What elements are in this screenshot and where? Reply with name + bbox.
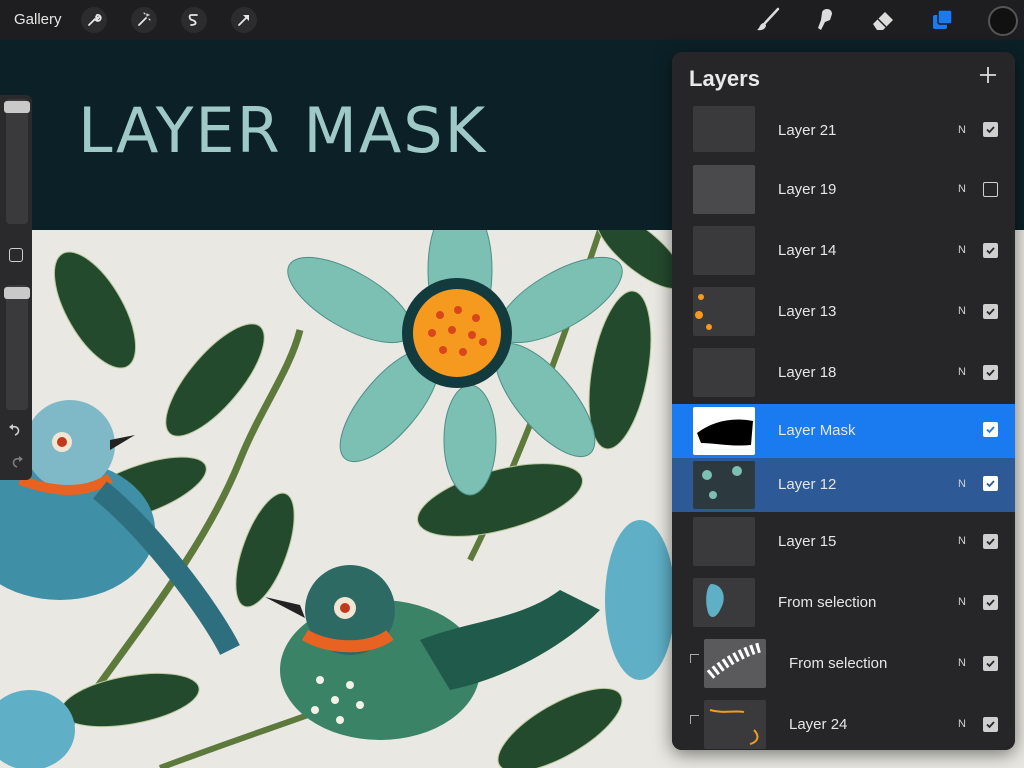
layer-thumbnail bbox=[693, 106, 755, 152]
layer-thumbnail bbox=[693, 348, 755, 397]
layer-name[interactable]: From selection bbox=[778, 594, 876, 611]
layer-row[interactable]: From selection N bbox=[672, 573, 1015, 635]
blend-mode-button[interactable]: N bbox=[958, 305, 966, 317]
layer-thumbnail bbox=[704, 700, 766, 749]
opacity-thumb[interactable] bbox=[4, 287, 30, 299]
wrench-icon[interactable] bbox=[81, 7, 107, 33]
clipping-mask-icon bbox=[690, 654, 699, 663]
blend-mode-button[interactable]: N bbox=[958, 124, 966, 136]
layer-row[interactable]: Layer 18 N bbox=[672, 343, 1015, 405]
blend-mode-button[interactable]: N bbox=[958, 244, 966, 256]
visibility-checkbox[interactable] bbox=[983, 422, 998, 437]
clipping-mask-icon bbox=[690, 715, 699, 724]
modify-square-icon[interactable] bbox=[9, 248, 23, 262]
layer-row[interactable]: Layer 15 N bbox=[672, 512, 1015, 574]
layer-name[interactable]: Layer 19 bbox=[778, 181, 836, 198]
blend-mode-button[interactable]: N bbox=[958, 535, 966, 547]
layer-name[interactable]: Layer Mask bbox=[778, 422, 856, 439]
layers-panel-title: Layers bbox=[689, 66, 760, 91]
blend-mode-button[interactable]: N bbox=[958, 657, 966, 669]
gallery-button[interactable]: Gallery bbox=[14, 11, 62, 28]
layer-row-clipped[interactable]: From selection N bbox=[672, 634, 1015, 696]
layer-thumbnail bbox=[693, 226, 755, 275]
visibility-checkbox[interactable] bbox=[983, 717, 998, 732]
layer-thumbnail bbox=[693, 287, 755, 336]
mask-thumbnail bbox=[693, 407, 755, 455]
layer-name[interactable]: From selection bbox=[789, 655, 887, 672]
brush-icon[interactable] bbox=[754, 6, 782, 34]
layer-thumbnail bbox=[704, 639, 766, 688]
layer-row[interactable]: Layer 21 N bbox=[672, 104, 1015, 161]
layer-name[interactable]: Layer 14 bbox=[778, 242, 836, 259]
magic-wand-icon[interactable] bbox=[131, 7, 157, 33]
visibility-checkbox[interactable] bbox=[983, 595, 998, 610]
blend-mode-button[interactable]: N bbox=[958, 366, 966, 378]
layer-name[interactable]: Layer 24 bbox=[789, 716, 847, 733]
blend-mode-button[interactable]: N bbox=[958, 596, 966, 608]
layer-row-active[interactable]: Layer Mask bbox=[672, 404, 1015, 459]
layer-thumbnail bbox=[693, 165, 755, 214]
layer-name[interactable]: Layer 15 bbox=[778, 533, 836, 550]
visibility-checkbox[interactable] bbox=[983, 476, 998, 491]
layer-row[interactable]: Layer 13 N bbox=[672, 282, 1015, 344]
visibility-checkbox[interactable] bbox=[983, 122, 998, 137]
color-picker-swatch[interactable] bbox=[988, 6, 1018, 36]
layer-thumbnail bbox=[693, 578, 755, 627]
undo-icon[interactable] bbox=[7, 423, 25, 439]
transform-arrow-icon[interactable] bbox=[231, 7, 257, 33]
layer-thumbnail bbox=[693, 461, 755, 509]
layer-name[interactable]: Layer 12 bbox=[778, 476, 836, 493]
redo-icon[interactable] bbox=[7, 455, 25, 471]
left-sidebar bbox=[0, 95, 32, 480]
brush-size-slider[interactable] bbox=[4, 99, 30, 224]
blend-mode-button[interactable]: N bbox=[958, 183, 966, 195]
blend-mode-button[interactable]: N bbox=[958, 478, 966, 490]
layer-name[interactable]: Layer 13 bbox=[778, 303, 836, 320]
visibility-checkbox[interactable] bbox=[983, 656, 998, 671]
smudge-icon[interactable] bbox=[811, 6, 839, 34]
layer-row-selected[interactable]: Layer 12 N bbox=[672, 458, 1015, 513]
layer-row[interactable]: Layer 19 N bbox=[672, 160, 1015, 222]
opacity-slider[interactable] bbox=[4, 285, 30, 410]
eraser-icon[interactable] bbox=[869, 6, 897, 34]
selection-icon[interactable] bbox=[181, 7, 207, 33]
visibility-checkbox[interactable] bbox=[983, 182, 998, 197]
brush-size-thumb[interactable] bbox=[4, 101, 30, 113]
layer-name[interactable]: Layer 21 bbox=[778, 122, 836, 139]
visibility-checkbox[interactable] bbox=[983, 243, 998, 258]
visibility-checkbox[interactable] bbox=[983, 534, 998, 549]
canvas-title-text: LAYER MASK bbox=[78, 94, 488, 167]
visibility-checkbox[interactable] bbox=[983, 365, 998, 380]
layer-name[interactable]: Layer 18 bbox=[778, 364, 836, 381]
layers-icon[interactable] bbox=[929, 6, 957, 34]
visibility-checkbox[interactable] bbox=[983, 304, 998, 319]
plus-icon[interactable] bbox=[977, 64, 999, 86]
layer-row-clipped[interactable]: Layer 24 N bbox=[672, 695, 1015, 750]
layers-panel: Layers Layer 21 N Layer 19 N Layer 14 N bbox=[672, 52, 1015, 750]
layer-thumbnail bbox=[693, 517, 755, 566]
blend-mode-button[interactable]: N bbox=[958, 718, 966, 730]
top-toolbar: Gallery bbox=[0, 0, 1024, 40]
layer-row[interactable]: Layer 14 N bbox=[672, 221, 1015, 283]
